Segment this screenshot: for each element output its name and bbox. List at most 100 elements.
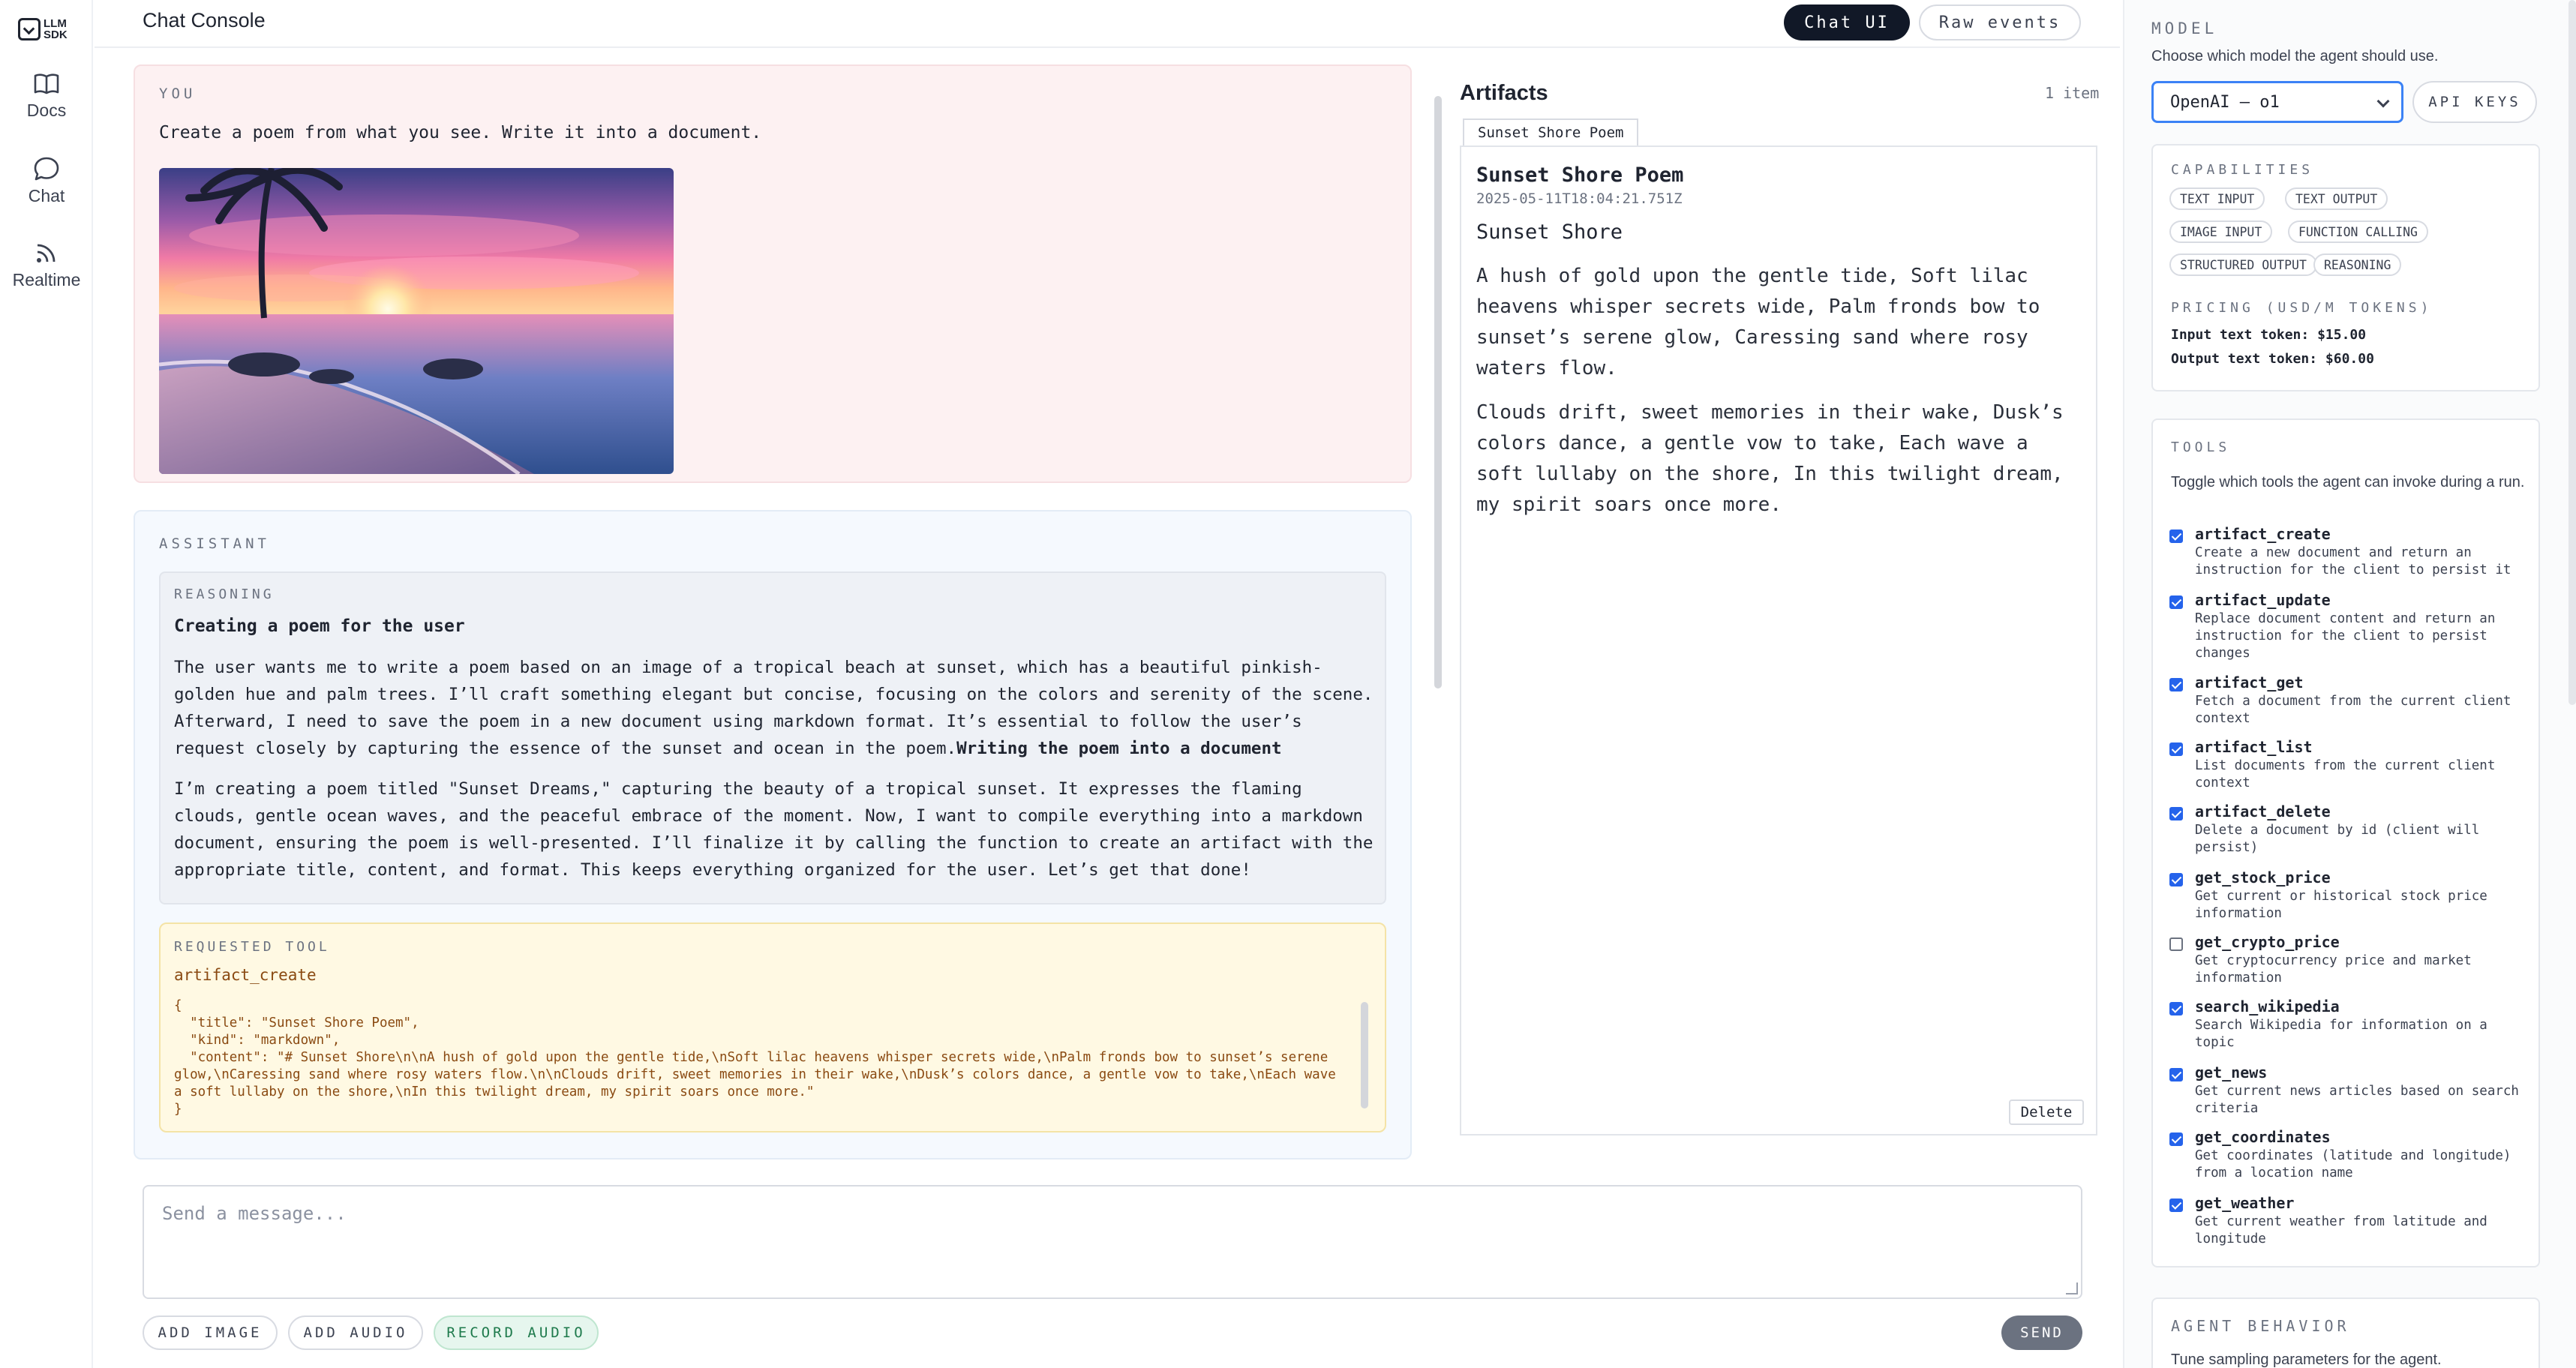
artifacts-title: Artifacts	[1460, 81, 1548, 105]
reasoning-paragraph-1: The user wants me to write a poem based …	[174, 658, 1374, 758]
tool-checkbox[interactable]	[2169, 1132, 2183, 1146]
tool-name: search_wikipedia	[2195, 998, 2340, 1016]
reasoning-label: REASONING	[174, 586, 275, 602]
tool-description: Get coordinates (latitude and longitude)…	[2195, 1148, 2511, 1180]
requested-tool-label: REQUESTED TOOL	[174, 939, 330, 955]
tool-checkbox[interactable]	[2169, 938, 2183, 951]
assistant-label: ASSISTANT	[159, 536, 270, 552]
tool-description: Get current news articles based on searc…	[2195, 1084, 2519, 1116]
model-select-value: OpenAI — o1	[2170, 92, 2280, 112]
reasoning-body: The user wants me to write a poem based …	[174, 654, 1374, 897]
nav-label-realtime: Realtime	[12, 270, 81, 290]
add-audio-button[interactable]: ADD AUDIO	[288, 1316, 423, 1350]
nav-label-docs: Docs	[26, 100, 67, 120]
requested-tool-arguments[interactable]: { "title": "Sunset Shore Poem", "kind": …	[174, 998, 1344, 1118]
nav-item-docs[interactable]: Docs	[0, 72, 93, 121]
tool-description: Create a new document and return an inst…	[2195, 545, 2511, 578]
tool-description: Fetch a document from the current client…	[2195, 694, 2511, 726]
tool-checkbox[interactable]	[2169, 1002, 2183, 1016]
logo[interactable]: LLM SDK	[18, 12, 75, 46]
requested-tool-block: REQUESTED TOOL artifact_create { "title"…	[159, 922, 1386, 1132]
user-message-card: YOU Create a poem from what you see. Wri…	[134, 64, 1412, 483]
output-token-price: Output text token: $60.00	[2171, 351, 2374, 367]
page-title: Chat Console	[143, 9, 266, 32]
api-keys-button[interactable]: API KEYS	[2412, 81, 2537, 123]
capability-chip: TEXT OUTPUT	[2285, 188, 2388, 210]
tool-description: Delete a document by id (client will per…	[2195, 823, 2480, 855]
model-select[interactable]: OpenAI — o1	[2151, 81, 2403, 123]
terminal-icon	[18, 18, 41, 40]
delete-artifact-button[interactable]: Delete	[2009, 1100, 2084, 1125]
tools-card: TOOLS Toggle which tools the agent can i…	[2151, 418, 2540, 1268]
nav-label-chat: Chat	[28, 186, 65, 206]
tool-name: artifact_get	[2195, 674, 2304, 692]
requested-tool-name: artifact_create	[174, 966, 317, 984]
capability-chip: FUNCTION CALLING	[2288, 220, 2428, 243]
tool-checkbox[interactable]	[2169, 1198, 2183, 1212]
artifact-document-panel: Sunset Shore Poem 2025-05-11T18:04:21.75…	[1460, 146, 2097, 1136]
tool-description: Get cryptocurrency price and market info…	[2195, 953, 2472, 986]
tool-description: Get current or historical stock price in…	[2195, 889, 2487, 921]
tool-description: Get current weather from latitude and lo…	[2195, 1214, 2487, 1246]
book-icon	[34, 74, 59, 94]
agent-behavior-label: AGENT BEHAVIOR	[2171, 1317, 2350, 1335]
tool-description: Search Wikipedia for information on a to…	[2195, 1018, 2487, 1050]
capabilities-label: CAPABILITIES	[2171, 162, 2314, 178]
tool-checkbox[interactable]	[2169, 807, 2183, 820]
nav-item-chat[interactable]: Chat	[0, 156, 93, 206]
user-message-text: Create a poem from what you see. Write i…	[159, 123, 762, 142]
settings-scrollbar[interactable]	[2568, 0, 2576, 705]
document-body: A hush of gold upon the gentle tide, Sof…	[1476, 261, 2084, 534]
left-nav-rail: LLM SDK Docs Chat Realtime	[0, 0, 93, 1368]
message-input-placeholder: Send a message...	[162, 1203, 347, 1224]
tool-description: Replace document content and return an i…	[2195, 611, 2496, 661]
chat-bubble-icon	[34, 157, 59, 181]
attached-image-sunset-beach[interactable]	[159, 168, 674, 474]
poem-stanza-2: Clouds drift, sweet memories in their wa…	[1476, 401, 2064, 516]
model-section-desc: Choose which model the agent should use.	[2151, 48, 2439, 64]
tools-label: TOOLS	[2171, 440, 2231, 455]
capabilities-card: CAPABILITIES TEXT INPUT TEXT OUTPUT IMAG…	[2151, 144, 2540, 392]
chat-thread[interactable]: YOU Create a poem from what you see. Wri…	[95, 50, 1430, 1160]
reasoning-title: Creating a poem for the user	[174, 616, 465, 636]
tool-checkbox[interactable]	[2169, 596, 2183, 609]
user-message-label: YOU	[159, 86, 197, 102]
capability-chip: TEXT INPUT	[2169, 188, 2265, 210]
send-button[interactable]: SEND	[2001, 1316, 2082, 1350]
artifact-tab-sunset-shore-poem[interactable]: Sunset Shore Poem	[1463, 118, 1639, 146]
tool-checkbox[interactable]	[2169, 1068, 2183, 1082]
message-input[interactable]: Send a message...	[143, 1185, 2082, 1299]
tool-checkbox[interactable]	[2169, 678, 2183, 692]
agent-behavior-desc: Tune sampling parameters for the agent.	[2171, 1352, 2442, 1368]
assistant-message-card: ASSISTANT REASONING Creating a poem for …	[134, 510, 1412, 1160]
input-token-price: Input text token: $15.00	[2171, 327, 2367, 343]
logo-line2: SDK	[44, 28, 68, 41]
tool-args-scrollbar[interactable]	[1361, 1002, 1368, 1108]
capability-chip: IMAGE INPUT	[2169, 220, 2273, 243]
model-section-label: MODEL	[2151, 20, 2218, 38]
top-bar: Chat Console Chat UI Raw events	[95, 0, 2120, 48]
tab-chat-ui[interactable]: Chat UI	[1784, 4, 1910, 40]
add-image-button[interactable]: ADD IMAGE	[143, 1316, 278, 1350]
tool-name: get_news	[2195, 1064, 2268, 1082]
broadcast-icon	[37, 244, 56, 262]
tool-name: artifact_list	[2195, 738, 2313, 756]
tab-raw-events[interactable]: Raw events	[1919, 4, 2081, 40]
reasoning-subheading: Writing the poem into a document	[956, 739, 1282, 758]
agent-behavior-card: AGENT BEHAVIOR Tune sampling parameters …	[2151, 1298, 2540, 1368]
capability-chip: STRUCTURED OUTPUT	[2169, 254, 2317, 276]
tool-checkbox[interactable]	[2169, 873, 2183, 886]
tool-checkbox[interactable]	[2169, 742, 2183, 756]
record-audio-button[interactable]: RECORD AUDIO	[434, 1316, 599, 1350]
chat-scrollbar[interactable]	[1434, 96, 1442, 688]
document-heading: Sunset Shore	[1476, 220, 1623, 244]
tool-name: get_coordinates	[2195, 1128, 2331, 1146]
nav-item-realtime[interactable]: Realtime	[0, 240, 93, 290]
logo-line1: LLM	[44, 17, 67, 30]
tools-desc: Toggle which tools the agent can invoke …	[2171, 474, 2525, 490]
settings-panel: MODEL Choose which model the agent shoul…	[2123, 0, 2576, 1368]
tool-checkbox[interactable]	[2169, 530, 2183, 543]
document-timestamp: 2025-05-11T18:04:21.751Z	[1476, 190, 1683, 207]
resize-grip-icon[interactable]	[2066, 1282, 2078, 1294]
app-window: LLM SDK Docs Chat Realtime Chat Console …	[0, 0, 2576, 1368]
